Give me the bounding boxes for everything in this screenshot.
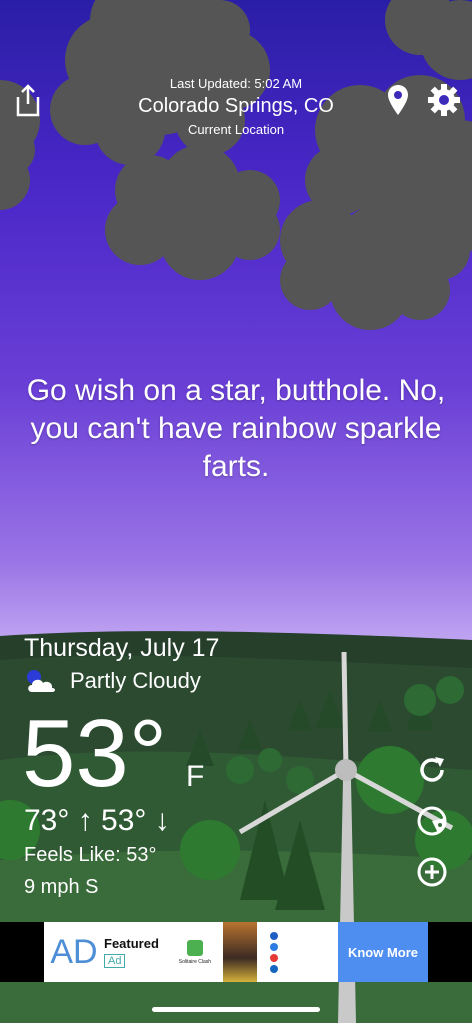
refresh-icon (420, 757, 444, 782)
settings-button[interactable] (426, 82, 462, 118)
snarky-forecast-quote: Go wish on a star, butthole. No, you can… (26, 374, 446, 483)
home-indicator[interactable] (152, 1007, 320, 1012)
ad-tag: Ad (104, 953, 126, 968)
ad-logo: AD (50, 932, 98, 971)
ad-thumbnails: Solitaire Clash (173, 922, 285, 982)
ad-photo-thumb (222, 922, 257, 982)
location-label: Current Location (187, 122, 285, 137)
high-low-temperature: 73° ↑ 53° ↓ (24, 804, 170, 837)
location-button[interactable] (380, 82, 416, 118)
ad-label-block: Featured Ad (104, 936, 159, 969)
radar-icon (417, 806, 447, 836)
gear-icon (428, 84, 460, 116)
know-more-button[interactable]: Know More (338, 922, 428, 982)
ad-banner[interactable]: AD Featured Ad Solitaire Clash Know More (44, 922, 428, 982)
location-pin-icon (388, 85, 408, 115)
landscape (0, 631, 472, 1023)
ad-featured-label: Featured (104, 935, 159, 951)
condition-row: Partly Cloudy (24, 668, 201, 694)
add-location-button[interactable] (414, 854, 450, 890)
ad-game-thumb: Solitaire Clash (173, 939, 217, 965)
temperature-unit[interactable]: F (186, 760, 204, 794)
wind-speed: 9 mph S (24, 876, 99, 898)
ad-game-caption: Solitaire Clash (178, 958, 212, 965)
forecast-date: Thursday, July 17 (24, 634, 220, 662)
radar-button[interactable] (414, 803, 450, 839)
current-temperature: 53° (22, 700, 168, 807)
refresh-button[interactable] (414, 752, 450, 788)
condition-text: Partly Cloudy (70, 668, 201, 693)
add-icon (417, 857, 447, 887)
ad-payment-icons (263, 931, 285, 973)
feels-like: Feels Like: 53° (24, 844, 157, 866)
partly-cloudy-icon (27, 670, 55, 692)
